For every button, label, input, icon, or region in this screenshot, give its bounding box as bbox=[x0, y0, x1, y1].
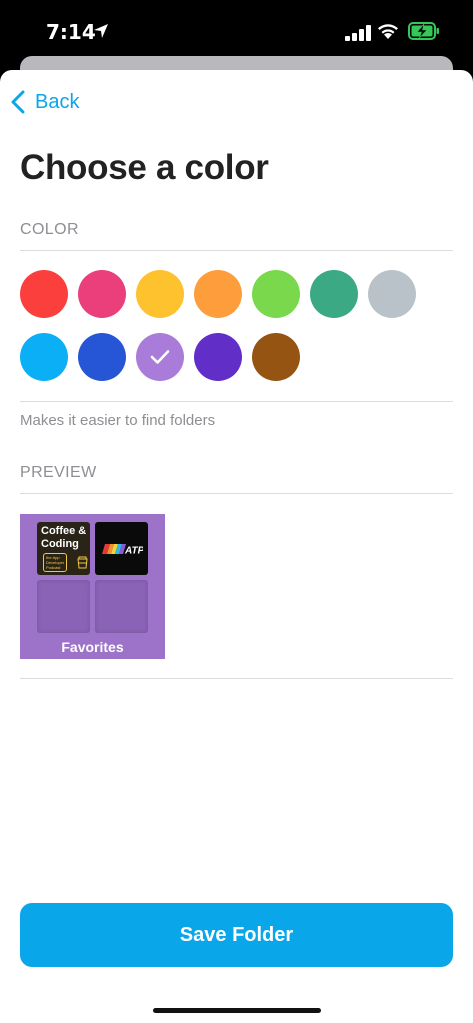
save-folder-button[interactable]: Save Folder bbox=[20, 903, 453, 967]
color-helper-text: Makes it easier to find folders bbox=[20, 412, 216, 429]
battery-charging-icon bbox=[408, 22, 439, 40]
status-time: 7:14 bbox=[46, 20, 96, 44]
back-label: Back bbox=[35, 90, 80, 113]
coffee-cup-icon bbox=[77, 556, 88, 569]
color-swatch-red[interactable] bbox=[20, 270, 68, 318]
atp-title: ATP bbox=[124, 546, 143, 556]
folder-name: Favorites bbox=[61, 639, 124, 655]
podcast-title-line1: Coffee & bbox=[41, 525, 87, 537]
empty-slot bbox=[37, 580, 90, 633]
swatch-divider bbox=[20, 401, 453, 402]
podcast-subtitle: the App Developer Podcast bbox=[43, 553, 68, 572]
folder-preview-tile: Coffee & Coding the App Developer Podcas… bbox=[20, 514, 165, 659]
cellular-signal-icon bbox=[345, 25, 371, 41]
color-swatch-blue[interactable] bbox=[78, 333, 126, 381]
page-title: Choose a color bbox=[20, 148, 269, 187]
back-button[interactable]: Back bbox=[10, 90, 79, 114]
chevron-left-icon bbox=[11, 90, 25, 114]
color-section-label: COLOR bbox=[20, 221, 79, 238]
color-swatch-green[interactable] bbox=[252, 270, 300, 318]
color-swatch-gray[interactable] bbox=[368, 270, 416, 318]
checkmark-icon bbox=[150, 350, 170, 364]
atp-logo: ATP bbox=[102, 544, 143, 556]
color-swatch-yellow[interactable] bbox=[136, 270, 184, 318]
wifi-icon bbox=[378, 24, 398, 39]
preview-section-label: PREVIEW bbox=[20, 464, 97, 481]
preview-divider bbox=[20, 493, 453, 494]
color-swatch-lavender[interactable] bbox=[136, 333, 184, 381]
color-swatch-teal[interactable] bbox=[310, 270, 358, 318]
color-swatch-purple[interactable] bbox=[194, 333, 242, 381]
location-arrow-icon bbox=[94, 24, 108, 38]
choose-color-sheet: Back Choose a color COLOR Makes it easie… bbox=[0, 70, 473, 1023]
preview-bottom-divider bbox=[20, 678, 453, 679]
color-swatch-sky-blue[interactable] bbox=[20, 333, 68, 381]
home-indicator bbox=[153, 1008, 321, 1013]
podcast-artwork-atp: ATP bbox=[95, 522, 148, 575]
podcast-title: Coffee & Coding bbox=[41, 525, 86, 551]
color-swatch-orange[interactable] bbox=[194, 270, 242, 318]
status-bar: 7:14 bbox=[0, 0, 473, 58]
color-swatch-pink[interactable] bbox=[78, 270, 126, 318]
podcast-subtitle-line3: Podcast bbox=[46, 565, 61, 570]
empty-slot bbox=[95, 580, 148, 633]
color-divider bbox=[20, 250, 453, 251]
podcast-title-line2: Coding bbox=[41, 538, 79, 550]
podcast-artwork-coffee-coding: Coffee & Coding the App Developer Podcas… bbox=[37, 522, 90, 575]
color-swatch-brown[interactable] bbox=[252, 333, 300, 381]
